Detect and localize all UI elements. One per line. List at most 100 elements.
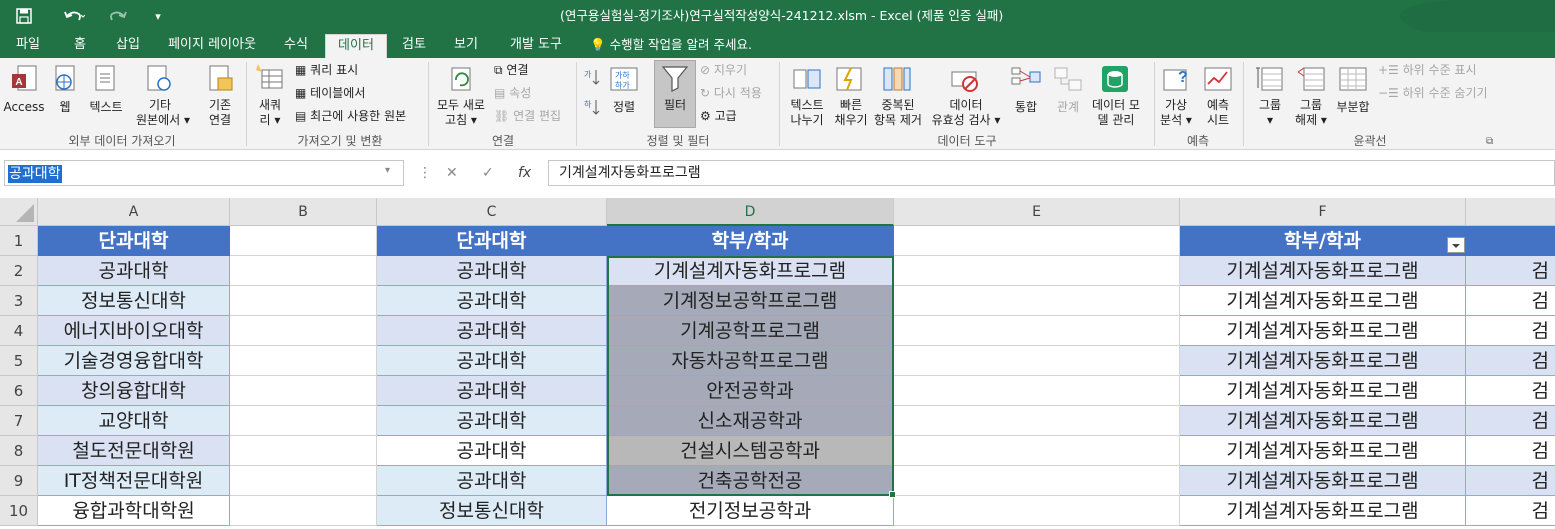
cell-c9[interactable]: 공과대학 [377, 466, 607, 496]
cell-f3[interactable]: 기계설계자동화프로그램 [1180, 286, 1466, 316]
existing-connections-button[interactable]: 기존 연결 [198, 98, 242, 128]
cell-c1[interactable]: 단과대학 [377, 226, 607, 256]
cell-a7[interactable]: 교양대학 [38, 406, 230, 436]
cell-d1[interactable]: 학부/학과 [607, 226, 894, 256]
cell-d8[interactable]: 건설시스템공학과 [607, 436, 894, 466]
column-header-b[interactable]: B [230, 198, 377, 226]
cell-b7[interactable] [230, 406, 377, 436]
tab-file[interactable]: 파일 [6, 32, 50, 58]
relationships-button[interactable]: 관계 [1050, 100, 1086, 115]
manage-data-model-button[interactable]: 데이터 모 델 관리 [1086, 98, 1146, 128]
row-header-7[interactable]: 7 [0, 406, 38, 436]
cell-f1[interactable]: 학부/학과 [1180, 226, 1466, 256]
column-header-a[interactable]: A [38, 198, 230, 226]
cell-b6[interactable] [230, 376, 377, 406]
cell-g4[interactable]: 검 [1466, 316, 1555, 346]
row-header-9[interactable]: 9 [0, 466, 38, 496]
show-queries-button[interactable]: ▦ 쿼리 표시 [295, 62, 358, 78]
name-box[interactable]: 공과대학 [4, 160, 404, 186]
cell-f6[interactable]: 기계설계자동화프로그램 [1180, 376, 1466, 406]
connections-button[interactable]: ⧉ 연결 [494, 62, 529, 78]
cell-g2[interactable]: 검 [1466, 256, 1555, 286]
consolidate-button[interactable]: 통합 [1008, 100, 1044, 115]
forecast-sheet-button[interactable]: 예측 시트 [1198, 98, 1238, 128]
cell-e10[interactable] [894, 496, 1180, 526]
cell-b3[interactable] [230, 286, 377, 316]
cell-b5[interactable] [230, 346, 377, 376]
filter-dropdown-button[interactable] [1447, 237, 1465, 253]
cell-g6[interactable]: 검 [1466, 376, 1555, 406]
ungroup-button[interactable]: 그룹 해제 ▾ [1288, 98, 1334, 128]
tell-me-search[interactable]: 💡 수행할 작업을 알려 주세요. [590, 32, 752, 58]
show-detail-button[interactable]: +☰ 하위 수준 표시 [1378, 62, 1477, 78]
cell-f10[interactable]: 기계설계자동화프로그램 [1180, 496, 1466, 526]
cell-a3[interactable]: 정보통신대학 [38, 286, 230, 316]
row-header-2[interactable]: 2 [0, 256, 38, 286]
web-button[interactable]: 웹 [52, 100, 78, 115]
cell-a10[interactable]: 융합과학대학원 [38, 496, 230, 526]
cell-b4[interactable] [230, 316, 377, 346]
cell-e4[interactable] [894, 316, 1180, 346]
cell-f7[interactable]: 기계설계자동화프로그램 [1180, 406, 1466, 436]
cell-d4[interactable]: 기계공학프로그램 [607, 316, 894, 346]
cell-f8[interactable]: 기계설계자동화프로그램 [1180, 436, 1466, 466]
cell-c3[interactable]: 공과대학 [377, 286, 607, 316]
row-header-1[interactable]: 1 [0, 226, 38, 256]
cell-f2[interactable]: 기계설계자동화프로그램 [1180, 256, 1466, 286]
cell-c5[interactable]: 공과대학 [377, 346, 607, 376]
cell-c2[interactable]: 공과대학 [377, 256, 607, 286]
cell-e3[interactable] [894, 286, 1180, 316]
group-button[interactable]: 그룹 ▾ [1250, 98, 1290, 128]
cell-e9[interactable] [894, 466, 1180, 496]
cell-g5[interactable]: 검 [1466, 346, 1555, 376]
row-header-10[interactable]: 10 [0, 496, 38, 526]
other-sources-button[interactable]: 기타 원본에서 ▾ [136, 98, 190, 128]
cell-b1[interactable] [230, 226, 377, 256]
subtotal-button[interactable]: 부분합 [1332, 100, 1374, 115]
cell-e8[interactable] [894, 436, 1180, 466]
tab-developer[interactable]: 개발 도구 [500, 32, 572, 58]
cell-e2[interactable] [894, 256, 1180, 286]
insert-function-icon[interactable]: fx [518, 165, 531, 181]
cell-c10[interactable]: 정보통신대학 [377, 496, 607, 526]
cell-e7[interactable] [894, 406, 1180, 436]
cell-a4[interactable]: 에너지바이오대학 [38, 316, 230, 346]
cell-b2[interactable] [230, 256, 377, 286]
cell-a2[interactable]: 공과대학 [38, 256, 230, 286]
reapply-button[interactable]: ↻ 다시 적용 [700, 85, 762, 101]
cell-b9[interactable] [230, 466, 377, 496]
cell-g7[interactable]: 검 [1466, 406, 1555, 436]
sort-za-icon[interactable]: 하 [584, 98, 600, 122]
cell-b8[interactable] [230, 436, 377, 466]
cell-e6[interactable] [894, 376, 1180, 406]
tab-formulas[interactable]: 수식 [276, 32, 316, 58]
hide-detail-button[interactable]: −☰ 하위 수준 숨기기 [1378, 85, 1488, 101]
cancel-icon[interactable]: ✕ [446, 165, 458, 181]
cell-d10[interactable]: 전기정보공학과 [607, 496, 894, 526]
new-query-button[interactable]: 새쿼 리 ▾ [252, 98, 288, 128]
tab-review[interactable]: 검토 [394, 32, 434, 58]
cell-g3[interactable]: 검 [1466, 286, 1555, 316]
tab-view[interactable]: 보기 [446, 32, 486, 58]
access-button[interactable]: Access [2, 100, 46, 115]
edit-links-button[interactable]: ⛓ 연결 편집 [494, 108, 561, 124]
tab-data[interactable]: 데이터 [325, 34, 387, 58]
tab-page-layout[interactable]: 페이지 레이아웃 [160, 32, 264, 58]
cell-d6[interactable]: 안전공학과 [607, 376, 894, 406]
outline-dialog-launcher-icon[interactable]: ⧉ [1486, 134, 1493, 150]
formula-input[interactable]: 기계설계자동화프로그램 [548, 160, 1555, 186]
what-if-analysis-button[interactable]: 가상 분석 ▾ [1154, 98, 1198, 128]
save-icon[interactable] [10, 0, 38, 32]
cell-c4[interactable]: 공과대학 [377, 316, 607, 346]
cell-f4[interactable]: 기계설계자동화프로그램 [1180, 316, 1466, 346]
column-header-e[interactable]: E [894, 198, 1180, 226]
tab-home[interactable]: 홈 [62, 32, 98, 58]
column-header-f[interactable]: F [1180, 198, 1466, 226]
cell-g1[interactable] [1466, 226, 1555, 256]
properties-button[interactable]: ▤ 속성 [494, 85, 531, 101]
cell-d9[interactable]: 건축공학전공 [607, 466, 894, 496]
customize-quick-access-icon[interactable]: ▾ [148, 0, 168, 32]
text-to-columns-button[interactable]: 텍스트 나누기 [784, 98, 830, 128]
cell-e1[interactable] [894, 226, 1180, 256]
fill-handle[interactable] [889, 491, 896, 498]
